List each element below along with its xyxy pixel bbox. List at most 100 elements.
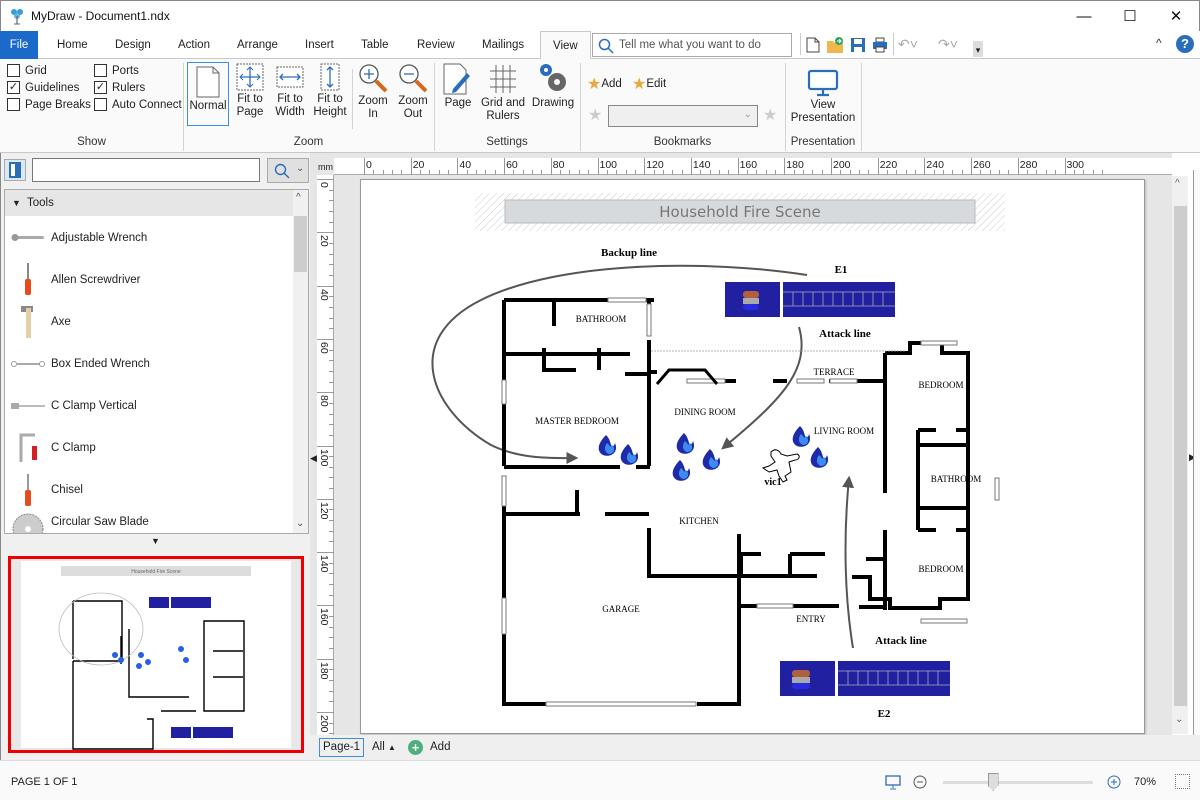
fit-to-page-button[interactable]: Fit to Page [232,63,268,119]
search-icon [274,163,290,179]
minimize-button[interactable]: — [1061,1,1107,31]
normal-label: Normal [189,100,227,112]
open-folder-icon[interactable] [826,36,844,54]
room-label-kitchen: KITCHEN [679,516,719,526]
drawing-page[interactable]: Household Fire Scene E1 E2 Backup line A… [360,179,1145,734]
fit-to-width-button[interactable]: Fit to Width [272,63,308,119]
edit-bookmark-button[interactable]: ★ Edit [632,74,666,94]
tab-home[interactable]: Home [45,31,100,59]
list-item[interactable]: Allen Screwdriver [5,259,293,301]
page-tab-page-1[interactable]: Page-1 [319,738,365,757]
tell-me-search[interactable]: Tell me what you want to do [592,33,792,57]
tab-arrange[interactable]: Arrange [225,31,290,59]
zoom-slider[interactable] [943,773,1093,791]
customize-toolbar-icon[interactable]: ▾ [973,41,983,57]
scrollbar-thumb[interactable] [294,216,307,272]
room-label-bedroom-1: BEDROOM [918,380,963,390]
minimap[interactable]: Household Fire Scene [8,556,304,753]
zoom-out-icon[interactable] [913,775,927,789]
tab-mailings[interactable]: Mailings [470,31,536,59]
edit-bookmark-label: Edit [646,78,667,90]
maximize-button[interactable]: ☐ [1107,1,1153,31]
ruler-tick-label: 40 [318,288,330,301]
tab-review[interactable]: Review [405,31,467,59]
fit-to-page-icon [236,63,264,91]
guidelines-checkbox-box[interactable]: ✓ [7,81,20,94]
page-settings-button[interactable]: Page [440,63,476,110]
tool-label: C Clamp Vertical [51,400,137,412]
presentation-monitor-icon[interactable] [885,775,901,790]
print-icon[interactable] [872,37,888,53]
add-bookmark-button[interactable]: ★ Add [587,74,622,94]
list-item[interactable]: C Clamp [5,427,293,469]
grid-checkbox-box[interactable] [7,64,20,77]
rulers-checkbox-box[interactable]: ✓ [94,81,107,94]
tools-scrollbar[interactable]: ^ ⌄ [293,190,308,533]
next-bookmark-icon[interactable]: ★ [763,105,777,125]
auto-connect-checkbox[interactable]: Auto Connect [94,96,182,113]
scroll-up-icon[interactable]: ^ [296,192,301,203]
zoom-slider-thumb[interactable] [987,773,999,791]
save-icon[interactable] [850,37,866,53]
list-item[interactable]: Chisel [5,469,293,511]
bookmark-dropdown[interactable]: ⌄ [608,105,758,127]
new-document-icon[interactable] [806,37,820,53]
horizontal-ruler[interactable]: 0 20 40 60 80 100 120 140 160 180 200 220 240 260 280 3… [334,158,1172,175]
page-edit-icon [443,63,470,95]
scrollbar-thumb[interactable] [1174,206,1187,706]
add-page-icon[interactable]: + [408,740,423,755]
grid-and-rulers-button[interactable]: Grid and Rulers [478,63,528,123]
list-item[interactable]: C Clamp Vertical [5,385,293,427]
zoom-in-button[interactable]: Zoom In [356,63,390,121]
list-item[interactable]: Circular Saw Blade [5,511,293,533]
ruler-tick-label: 80 [552,159,565,171]
normal-zoom-button[interactable]: Normal [187,62,229,126]
tab-file[interactable]: File [0,31,38,59]
tools-category-header[interactable]: ▼ Tools [5,190,293,216]
undo-icon[interactable]: ↶˅ [898,36,918,53]
zoom-in-icon[interactable] [1107,775,1121,789]
scroll-down-icon[interactable]: ⌄ [296,518,304,529]
tab-view[interactable]: View [540,31,591,60]
drawing-settings-button[interactable]: Drawing [532,61,574,110]
previous-bookmark-icon[interactable]: ★ [588,105,602,125]
grid-checkbox[interactable]: Grid [7,62,91,79]
scroll-down-icon[interactable]: ⌄ [1175,714,1183,725]
close-button[interactable]: ✕ [1153,1,1199,31]
ports-checkbox-box[interactable] [94,64,107,77]
tab-action[interactable]: Action [166,31,222,59]
tab-table[interactable]: Table [349,31,401,59]
fit-page-icon[interactable] [1175,774,1190,789]
guidelines-checkbox[interactable]: ✓ Guidelines [7,79,91,96]
list-item[interactable]: Box Ended Wrench [5,343,293,385]
ruler-tick-label: 100 [318,448,330,467]
auto-connect-checkbox-box[interactable] [94,98,107,111]
collapse-left-panel-icon[interactable]: ◀ [310,453,317,464]
library-book-button[interactable] [4,159,26,181]
all-pages-button[interactable]: All ▲ [372,741,396,753]
star-add-icon: ★ [587,76,602,93]
search-button[interactable]: ⌄ [267,158,309,183]
close-icon: ✕ [1169,8,1183,25]
list-item[interactable]: Adjustable Wrench [5,217,293,259]
tab-insert[interactable]: Insert [293,31,346,59]
page-breaks-checkbox-box[interactable] [7,98,20,111]
fit-to-height-button[interactable]: Fit to Height [312,63,348,119]
splitter-arrow-icon[interactable]: ▼ [151,536,160,546]
rulers-checkbox[interactable]: ✓ Rulers [94,79,182,96]
scroll-up-icon[interactable]: ^ [1175,178,1180,189]
page-breaks-checkbox[interactable]: Page Breaks [7,96,91,113]
chevron-down-icon: ⌄ [296,163,305,174]
add-page-label[interactable]: Add [430,741,450,753]
view-presentation-button[interactable]: View Presentation [790,69,856,125]
canvas-vertical-scrollbar[interactable]: ^ ⌄ [1172,176,1188,734]
zoom-out-button[interactable]: Zoom Out [396,63,430,121]
list-item[interactable]: Axe [5,301,293,343]
vertical-ruler[interactable]: 0 20 40 60 80 100 120 140 160 180 200 [317,175,334,756]
tab-design[interactable]: Design [103,31,163,59]
help-icon[interactable]: ? [1176,35,1194,53]
ports-checkbox[interactable]: Ports [94,62,182,79]
collapse-ribbon-icon[interactable]: ^ [1156,36,1162,50]
shape-search-input[interactable] [32,158,260,182]
redo-icon[interactable]: ↷˅ [938,36,958,53]
